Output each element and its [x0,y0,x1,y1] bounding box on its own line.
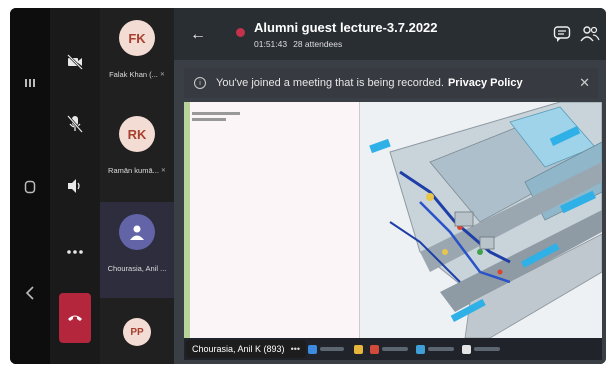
pdf-icon [370,344,379,354]
recording-icon [236,28,245,37]
participant-name: Chourasia, Anil ... [108,264,167,273]
taskbar-item [354,343,363,355]
browser-icon [308,344,317,354]
more-options-button[interactable] [50,232,100,272]
document-line [192,118,226,121]
taskbar-item [462,343,500,355]
avatar: FK [119,20,155,56]
taskbar-item [308,343,344,355]
participant-name: Falak Khan (... ✕ [109,70,165,79]
chat-icon [553,26,571,42]
person-icon [130,225,144,240]
avatar [119,214,155,250]
shared-taskbar: Chourasia, Anil K (893) ••• [184,338,602,360]
mic-off-icon [67,115,83,133]
task-label-bar [320,347,344,351]
banner-text: You've joined a meeting that is being re… [216,77,444,89]
chat-button[interactable] [552,24,572,44]
elapsed-time: 01:51:43 [254,39,288,49]
participants-button[interactable] [580,24,600,44]
hang-up-icon [68,315,82,321]
taskbar-item [370,343,408,355]
app-icon [416,344,425,354]
folder-icon [354,344,363,354]
task-label-bar [474,347,500,351]
presenter-label: Chourasia, Anil K (893) ••• [186,340,307,358]
chevron-left-icon [25,286,34,300]
participant-tile[interactable]: RK Ramān kumā... ✕ [100,104,174,202]
task-label-bar [382,347,408,351]
shared-document-pane [184,102,360,338]
meeting-status: 01:51:43 28 attendees [254,39,342,49]
system-nav-bar [10,8,50,364]
meeting-title: Alumni guest lecture-3.7.2022 [254,20,438,35]
mic-toggle[interactable] [50,104,100,144]
shared-scrollbar [184,102,190,338]
shared-screen [184,101,603,339]
cad-model-view [360,101,603,339]
speaker-icon [68,179,80,193]
presenter-name: Chourasia, Anil K (893) [192,344,285,354]
call-controls [50,8,100,364]
recording-banner: i You've joined a meeting that is being … [184,68,598,98]
speaker-toggle[interactable] [50,166,100,206]
participant-name-text: Falak Khan (... [109,70,158,79]
home-icon [24,180,36,194]
privacy-policy-link[interactable]: Privacy Policy [448,77,523,89]
mic-muted-icon: ✕ [160,168,166,174]
participant-name-text: Ramān kumā... [108,166,159,175]
mic-muted-icon: ✕ [159,72,165,78]
back-button[interactable] [10,278,50,308]
document-line [192,112,240,115]
taskbar-item [416,343,454,355]
people-icon [580,26,600,42]
camera-toggle[interactable] [50,42,100,82]
meeting-screen: FK Falak Khan (... ✕ RK Ramān kumā... ✕ … [10,8,606,364]
recent-apps-button[interactable] [10,68,50,98]
info-icon: i [194,77,206,89]
participant-list: FK Falak Khan (... ✕ RK Ramān kumā... ✕ … [100,8,174,364]
avatar: RK [119,116,155,152]
home-button[interactable] [10,172,50,202]
app-icon [462,344,471,354]
camera-off-icon [67,54,83,70]
meeting-header: ← Alumni guest lecture-3.7.2022 01:51:43… [174,8,606,60]
back-arrow-icon[interactable]: ← [190,26,206,44]
cad-drawing [360,101,603,339]
participant-tile[interactable]: PP [100,298,174,364]
close-icon[interactable]: ✕ [579,75,590,91]
participant-name: Ramān kumā... ✕ [108,166,166,175]
task-label-bar [428,347,454,351]
presenter-more-icon[interactable]: ••• [291,344,300,354]
shared-screen-stage: Chourasia, Anil K (893) ••• ← Alumni gue… [174,8,606,364]
recent-apps-icon [25,79,35,87]
participant-tile[interactable]: Chourasia, Anil ... [100,202,174,298]
leave-call-button[interactable] [59,293,91,343]
avatar: PP [123,318,151,346]
participant-tile[interactable]: FK Falak Khan (... ✕ [100,8,174,104]
participant-name-text: Chourasia, Anil ... [107,264,167,273]
attendee-count: 28 attendees [293,39,343,49]
more-horizontal-icon [67,250,83,254]
